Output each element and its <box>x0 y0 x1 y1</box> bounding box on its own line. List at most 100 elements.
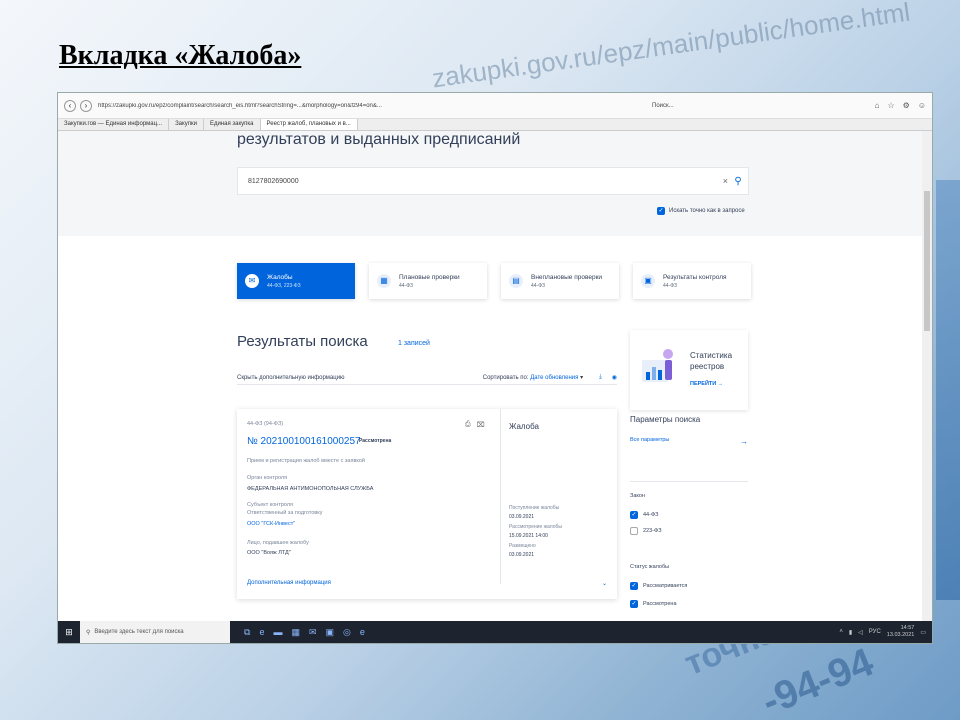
scrollbar-thumb[interactable] <box>924 191 930 331</box>
clock[interactable]: 14:57 13.03.2021 <box>887 625 915 639</box>
language-indicator[interactable]: РУС <box>869 629 881 635</box>
received-value: 03.09.2021 <box>509 514 535 520</box>
gear-icon[interactable]: ⚙ <box>903 101 910 110</box>
filter-label: 44-ФЗ <box>643 512 659 518</box>
windows-start-icon[interactable]: ⊞ <box>58 627 80 638</box>
exact-search-label: Искать точно как в запросе <box>669 208 745 214</box>
filter-law-223[interactable]: 223-ФЗ <box>630 527 662 535</box>
address-bar[interactable]: https://zakupki.gov.ru/epz/complaint/sea… <box>98 103 646 109</box>
browser-tab[interactable]: Закупки.гов — Единая информац... <box>58 119 170 130</box>
card-label: Результаты контроля <box>663 273 727 281</box>
posted-value: 03.09.2021 <box>509 552 535 558</box>
briefcase-icon: ▣ <box>641 274 655 288</box>
arrow-right-icon: → <box>740 437 748 446</box>
document-icon: ▤ <box>509 274 523 288</box>
organ-value: ФЕДЕРАЛЬНАЯ АНТИМОНОПОЛЬНАЯ СЛУЖБА <box>247 486 374 492</box>
more-info-toggle[interactable]: Дополнительная информация ⌄ <box>247 580 607 587</box>
tab-unplanned-inspections[interactable]: ▤ Внеплановые проверки 44-ФЗ <box>501 263 619 299</box>
volume-icon[interactable]: ◁ <box>858 629 863 636</box>
filter-label: Рассмотрена <box>643 601 677 607</box>
all-params-link[interactable]: Все параметры → <box>630 437 748 446</box>
download-icon[interactable]: ⤓ <box>599 374 602 381</box>
browser-tools: ⌂ ☆ ⚙ ☺ <box>875 101 926 110</box>
tab-control-results[interactable]: ▣ Результаты контроля 44-ФЗ <box>633 263 751 299</box>
chevron-up-icon[interactable]: ˄ <box>839 629 843 635</box>
card-sub: 44-ФЗ, 223-ФЗ <box>267 282 301 289</box>
app-icon[interactable]: ▣ <box>326 627 335 638</box>
search-icon: ⚲ <box>86 629 91 636</box>
filter-status-reviewed[interactable]: ✓ Рассмотрена <box>630 600 677 608</box>
clock-date: 13.03.2021 <box>886 632 915 638</box>
browser-screenshot: ‹ › https://zakupki.gov.ru/epz/complaint… <box>57 92 933 644</box>
exact-search-option[interactable]: ✓ Искать точно как в запросе <box>657 207 745 215</box>
checkbox-checked-icon[interactable]: ✓ <box>630 511 638 519</box>
ie-icon[interactable]: e <box>360 627 365 638</box>
statistics-promo[interactable]: Статистика реестров ПЕРЕЙТИ → <box>630 330 748 410</box>
all-params-label: Все параметры <box>630 437 670 443</box>
store-icon[interactable]: ▦ <box>291 627 300 638</box>
rss-icon[interactable]: ◉ <box>612 374 617 381</box>
results-toolbar: Скрыть дополнительную информацию Сортиро… <box>237 371 617 385</box>
more-info-label: Дополнительная информация <box>247 580 331 586</box>
edge-icon[interactable]: e <box>259 627 264 638</box>
filter-status-reviewing[interactable]: ✓ Рассматривается <box>630 582 687 590</box>
sort-control[interactable]: Сортировать по: Дате обновления ▾ <box>483 374 583 381</box>
tab-planned-inspections[interactable]: ▦ Плановые проверки 44-ФЗ <box>369 263 487 299</box>
checkbox-unchecked-icon[interactable] <box>630 527 638 535</box>
result-law: 44-ФЗ (94-ФЗ) <box>247 421 284 427</box>
promo-link[interactable]: ПЕРЕЙТИ → <box>690 381 723 387</box>
folder-icon[interactable]: ▬ <box>273 627 282 638</box>
browser-tab[interactable]: Единая закупка <box>204 119 261 130</box>
clock-time: 14:57 <box>900 625 915 631</box>
forward-icon[interactable]: › <box>80 99 92 112</box>
chevron-down-icon: ⌄ <box>601 581 607 587</box>
checkbox-checked-icon[interactable]: ✓ <box>630 600 638 608</box>
tab-complaints[interactable]: ✉ Жалобы 44-ФЗ, 223-ФЗ <box>237 263 355 299</box>
mail-icon[interactable]: ✉ <box>309 627 317 638</box>
result-meta: Жалоба Поступление жалобы 03.09.2021 Рас… <box>509 409 609 584</box>
slide-title: Вкладка «Жалоба» <box>59 40 302 71</box>
card-label: Жалобы <box>267 273 293 281</box>
windows-taskbar: ⊞ ⚲ Введите здесь текст для поиска ⧉ e ▬… <box>58 621 932 643</box>
browser-tab-active[interactable]: Реестр жалоб, плановых и в... <box>260 119 358 130</box>
complaint-icon: ✉ <box>245 274 259 288</box>
result-kind: Жалоба <box>509 422 539 431</box>
notifications-icon[interactable]: ▭ <box>920 629 926 636</box>
star-icon[interactable]: ☆ <box>887 101 894 110</box>
filter-law-44[interactable]: ✓ 44-ФЗ <box>630 511 658 519</box>
taskbar-search-placeholder: Введите здесь текст для поиска <box>94 629 184 635</box>
browser-tabs: Закупки.гов — Единая информац... Закупки… <box>58 119 932 131</box>
back-icon[interactable]: ‹ <box>64 99 76 112</box>
browser-tab[interactable]: Закупки <box>169 119 204 130</box>
page-scrollbar[interactable] <box>922 131 932 623</box>
smiley-icon[interactable]: ☺ <box>918 101 926 110</box>
promo-link-label: ПЕРЕЙТИ <box>690 381 717 387</box>
result-description: Прием и регистрация жалоб вместе с заявк… <box>247 458 365 464</box>
organ-label: Орган контроля <box>247 475 288 481</box>
card-sub: 44-ФЗ <box>531 282 546 289</box>
attachment-icon[interactable]: ⌧ <box>477 421 485 429</box>
system-tray: ˄ ▮ ◁ РУС 14:57 13.03.2021 ▭ <box>839 625 932 639</box>
network-icon[interactable]: ▮ <box>849 629 852 636</box>
arrow-right-icon: → <box>717 381 724 387</box>
status-badge: Рассмотрена <box>359 438 392 444</box>
checkbox-checked-icon[interactable]: ✓ <box>630 582 638 590</box>
home-icon[interactable]: ⌂ <box>875 101 880 110</box>
result-number-link[interactable]: № 202100100161000257 <box>247 436 361 447</box>
hide-info-toggle[interactable]: Скрыть дополнительную информацию <box>237 375 345 381</box>
chrome-icon[interactable]: ◎ <box>343 627 351 638</box>
print-icon[interactable]: ⎙ <box>465 421 471 429</box>
search-input[interactable]: 8127802690000 × ⚲ <box>237 167 749 195</box>
subject-link[interactable]: ООО "ГСК-Инвест" <box>247 521 295 527</box>
review-value: 15.09.2021 14:00 <box>509 533 548 539</box>
card-label: Плановые проверки <box>399 273 460 281</box>
card-label: Внеплановые проверки <box>531 273 603 281</box>
browser-search[interactable]: Поиск... <box>652 103 842 109</box>
statistics-illustration <box>642 349 673 382</box>
checkbox-checked-icon[interactable]: ✓ <box>657 207 665 215</box>
taskbar-search[interactable]: ⚲ Введите здесь текст для поиска <box>80 621 230 643</box>
divider <box>630 481 748 482</box>
task-view-icon[interactable]: ⧉ <box>244 627 250 638</box>
sort-value[interactable]: Дате обновления <box>530 375 578 381</box>
search-icon[interactable]: ⚲ <box>728 176 748 187</box>
